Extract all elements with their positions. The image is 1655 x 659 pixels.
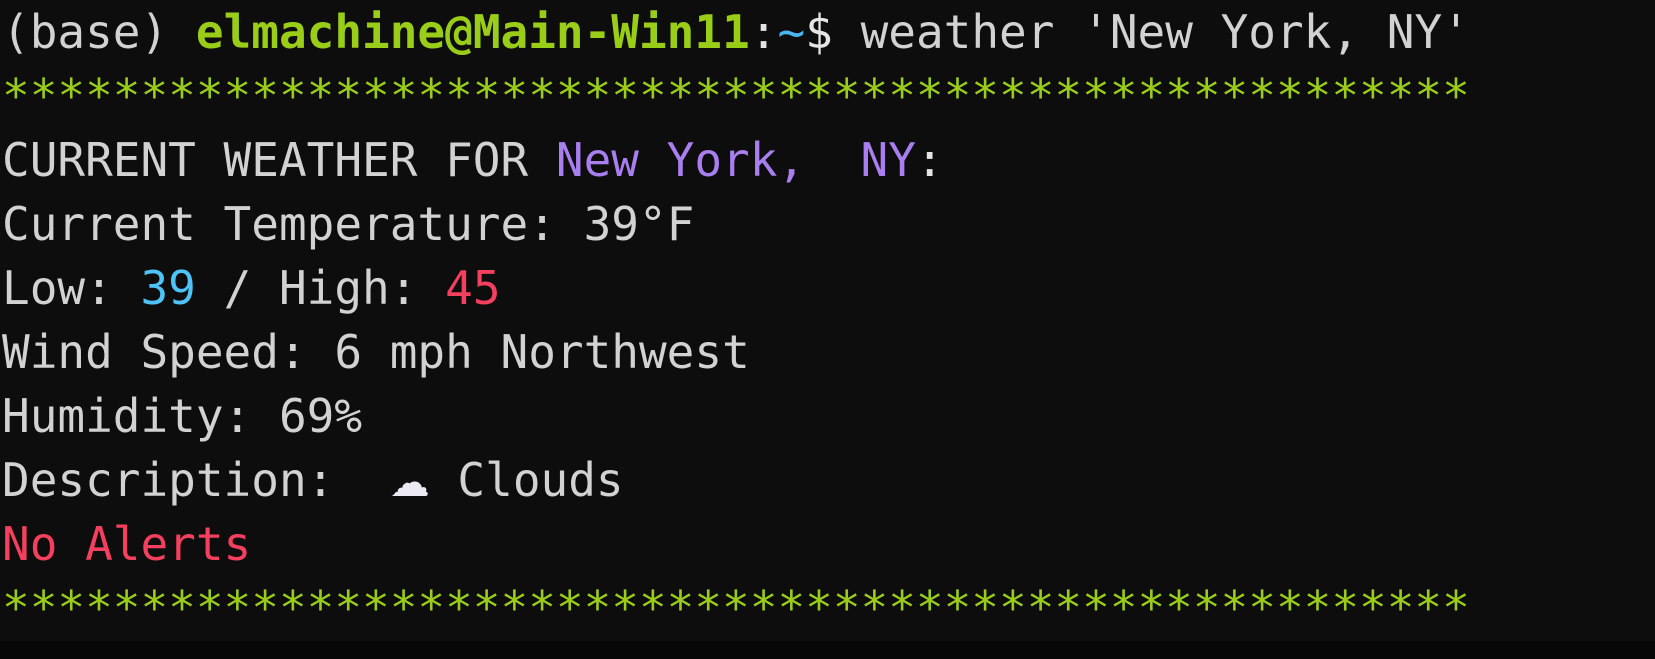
terminal-window: (base) elmachine@Main-Win11:~$ weather '… — [0, 0, 1655, 659]
divider-bottom: ****************************************… — [0, 576, 1655, 640]
prompt-line: (base) elmachine@Main-Win11:~$ weather '… — [0, 0, 1655, 64]
divider-top: ****************************************… — [0, 64, 1655, 128]
user-host-label: elmachine@Main-Win11 — [195, 5, 750, 59]
low-value: 39 — [140, 261, 196, 315]
cloud-icon: ☁ — [389, 460, 430, 506]
humidity-line: Humidity: 69% — [0, 384, 1655, 448]
current-temperature-line: Current Temperature: 39°F — [0, 192, 1655, 256]
weather-location: New York, NY — [555, 133, 916, 187]
command-text: weather 'New York, NY' — [832, 5, 1470, 59]
weather-header-colon: : — [915, 133, 944, 187]
humidity-value: 69% — [278, 389, 363, 443]
wind-speed-line: Wind Speed: 6 mph Northwest — [0, 320, 1655, 384]
conda-env-label: (base) — [2, 5, 169, 59]
weather-header-label: CURRENT WEATHER FOR — [2, 133, 556, 187]
terminal-output[interactable]: (base) elmachine@Main-Win11:~$ weather '… — [0, 0, 1655, 640]
divider-asterisks: ****************************************… — [2, 69, 1470, 123]
description-value: Clouds — [429, 453, 624, 507]
low-high-line: Low: 39 / High: 45 — [0, 256, 1655, 320]
divider-asterisks: ****************************************… — [2, 581, 1470, 635]
high-value: 45 — [445, 261, 501, 315]
wind-speed-value: 6 mph Northwest — [334, 325, 750, 379]
current-temperature-value: 39°F — [583, 197, 695, 251]
humidity-label: Humidity: — [2, 389, 279, 443]
description-label: Description: — [2, 453, 390, 507]
low-high-separator: / — [195, 261, 279, 315]
alerts-line: No Alerts — [0, 512, 1655, 576]
description-line: Description: ☁ Clouds — [0, 448, 1655, 512]
terminal-bottom-edge — [0, 641, 1655, 659]
wind-speed-label: Wind Speed: — [2, 325, 335, 379]
prompt-sigil: $ — [805, 5, 833, 59]
current-temperature-label: Current Temperature: — [2, 197, 584, 251]
low-label: Low: — [2, 261, 141, 315]
prompt-colon: : — [749, 5, 778, 59]
high-label: High: — [278, 261, 446, 315]
prompt-path: ~ — [777, 5, 806, 59]
alerts-status: No Alerts — [2, 517, 252, 571]
weather-header-line: CURRENT WEATHER FOR New York, NY: — [0, 128, 1655, 192]
